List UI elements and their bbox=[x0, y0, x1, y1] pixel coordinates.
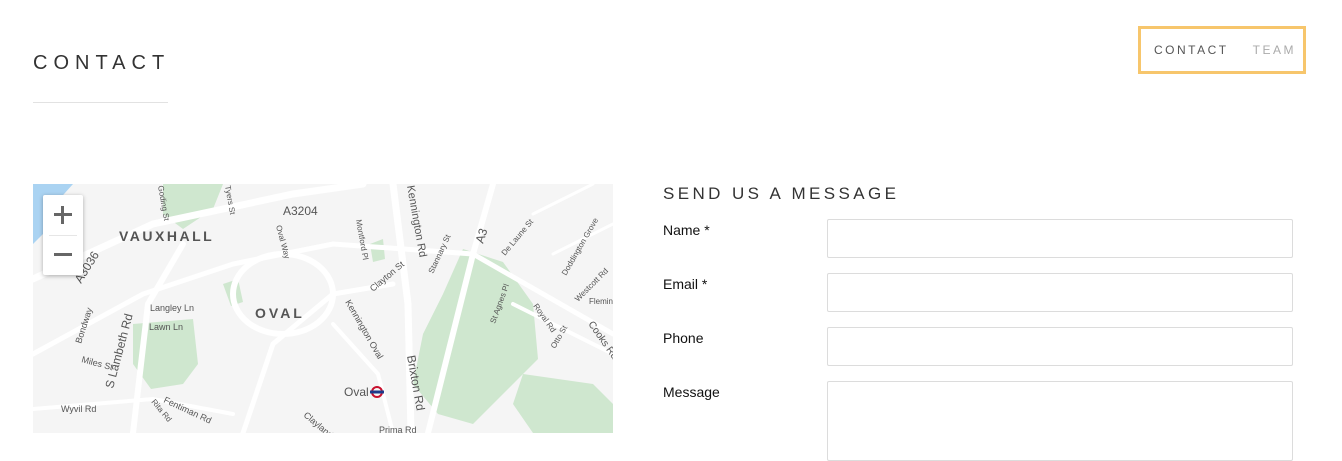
road-label: Wyvil Rd bbox=[61, 404, 96, 414]
message-textarea[interactable] bbox=[827, 381, 1293, 461]
email-label: Email * bbox=[663, 276, 708, 292]
district-label: OVAL bbox=[255, 305, 305, 321]
map-zoom-controls bbox=[43, 195, 83, 275]
station-label: Oval bbox=[344, 385, 369, 399]
form-title: SEND US A MESSAGE bbox=[663, 184, 900, 203]
road-label: Prima Rd bbox=[379, 425, 417, 433]
road-label: A3 bbox=[473, 226, 491, 245]
name-input[interactable] bbox=[827, 219, 1293, 258]
message-label: Message bbox=[663, 384, 720, 400]
zoom-in-button[interactable] bbox=[43, 195, 83, 235]
road-label: Langley Ln bbox=[150, 303, 194, 313]
park-shape bbox=[370, 239, 385, 262]
road-label: Royal Rd bbox=[531, 302, 557, 334]
nav-item-contact[interactable]: CONTACT bbox=[1154, 43, 1229, 57]
zoom-out-button[interactable] bbox=[43, 235, 83, 275]
map-canvas[interactable]: VAUXHALL OVAL A3204 A3036 A3 Kennington … bbox=[33, 184, 613, 433]
email-input[interactable] bbox=[827, 273, 1293, 312]
road-label: Kennington Oval bbox=[343, 298, 385, 361]
road-label: Clayland Rd bbox=[302, 410, 346, 433]
road-label: De Laune St bbox=[500, 217, 536, 257]
road-label: Lawn Ln bbox=[149, 322, 183, 332]
road-label: Clayton St bbox=[368, 259, 407, 294]
district-label: VAUXHALL bbox=[119, 228, 214, 244]
phone-input[interactable] bbox=[827, 327, 1293, 366]
name-label: Name * bbox=[663, 222, 710, 238]
road-label: Fleming Rd bbox=[589, 297, 613, 306]
road-label: S Lambeth Rd bbox=[102, 312, 135, 390]
page-title: CONTACT bbox=[33, 52, 171, 74]
nav-item-team[interactable]: TEAM bbox=[1253, 43, 1296, 57]
top-navigation: CONTACT TEAM bbox=[1138, 26, 1306, 74]
map[interactable]: VAUXHALL OVAL A3204 A3036 A3 Kennington … bbox=[33, 184, 613, 433]
road-label: Montford Pl bbox=[354, 219, 370, 261]
title-divider bbox=[33, 102, 168, 103]
road-label: Bondway bbox=[73, 306, 94, 345]
park-shape bbox=[513, 374, 613, 433]
phone-label: Phone bbox=[663, 330, 704, 346]
road-label: A3204 bbox=[283, 204, 318, 218]
